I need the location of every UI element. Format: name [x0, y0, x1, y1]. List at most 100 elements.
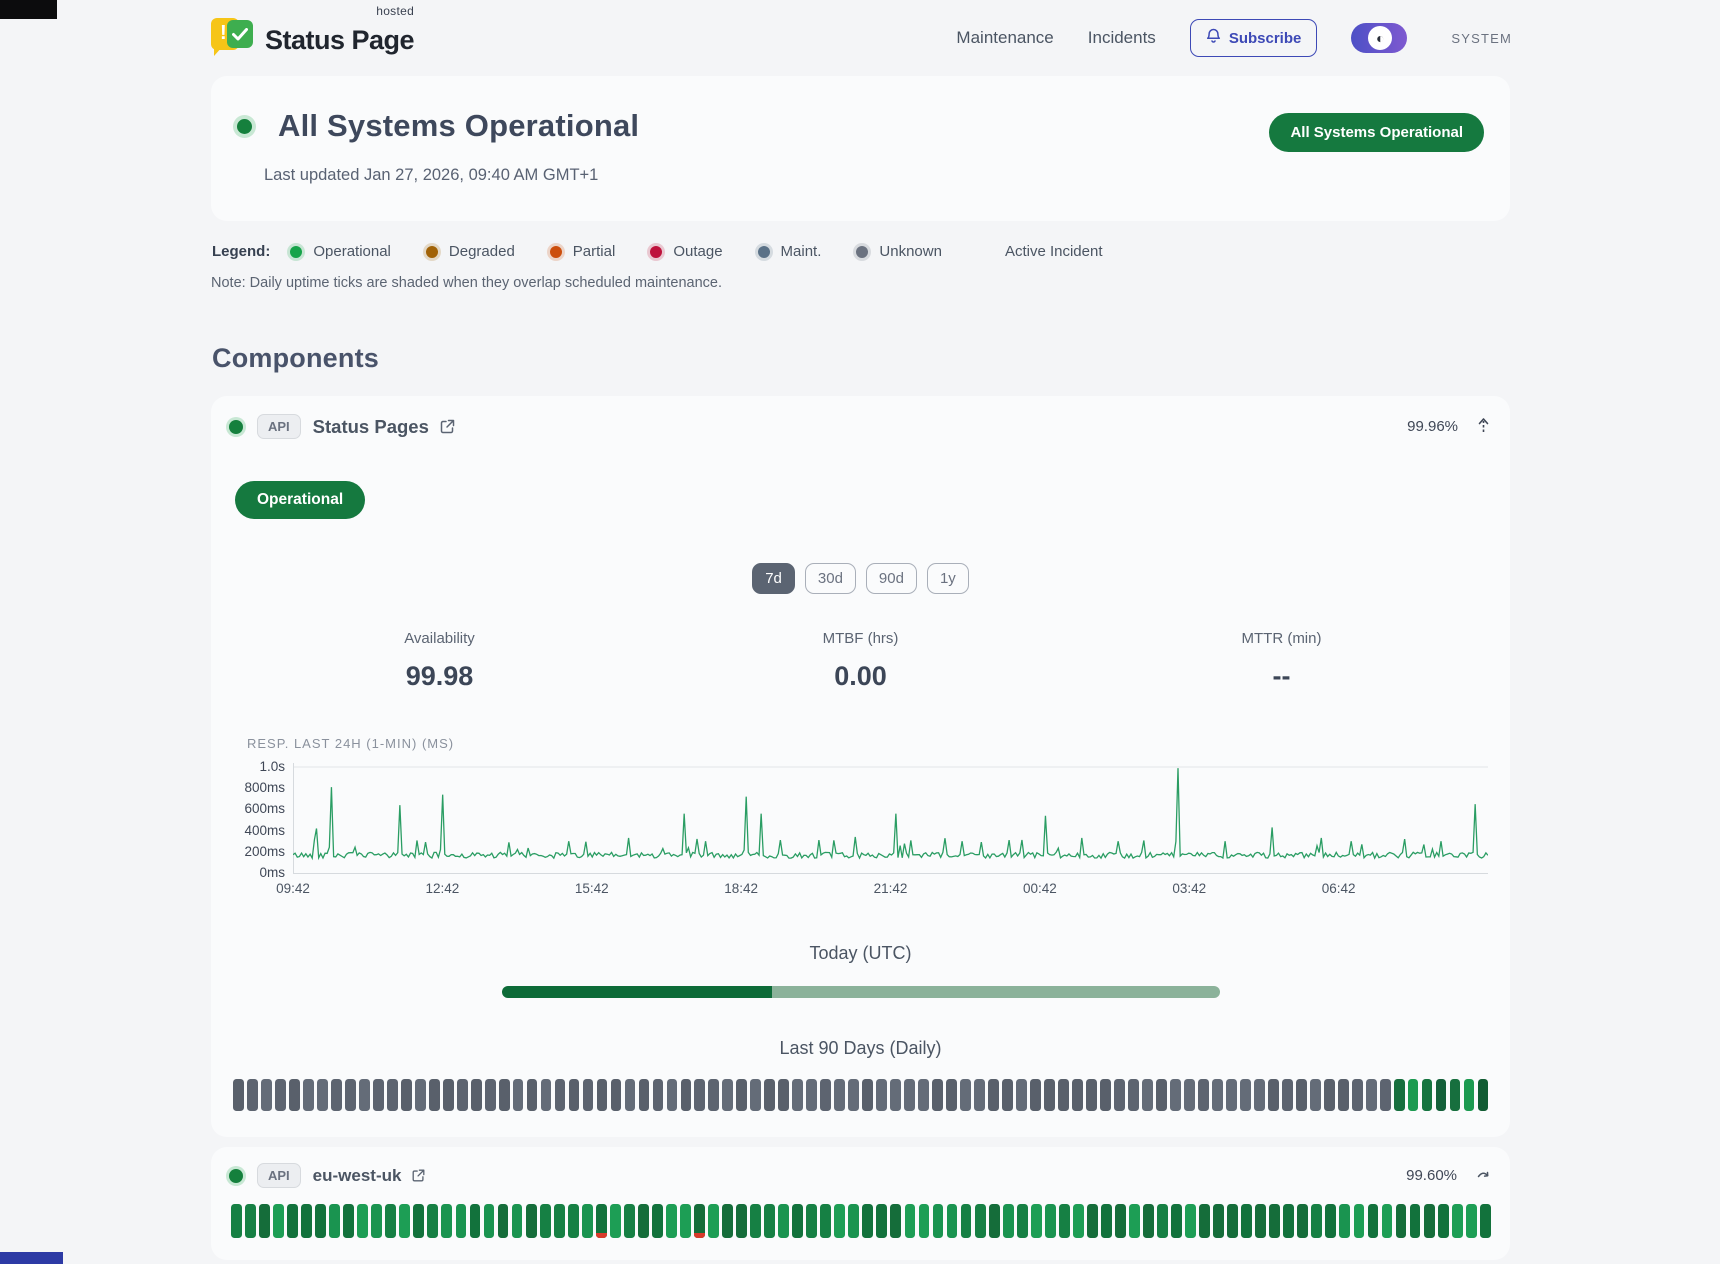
last-updated-text: Last updated Jan 27, 2026, 09:40 AM GMT+…: [264, 166, 639, 185]
range-button-90d[interactable]: 90d: [866, 563, 917, 594]
status-dot-operational: [237, 119, 252, 134]
uptime-tick: [441, 1204, 452, 1238]
component-link-status-pages[interactable]: Status Pages: [313, 416, 456, 438]
chart-plot: [293, 763, 1488, 875]
uptime-tick: [722, 1079, 733, 1111]
uptime-tick: [498, 1204, 509, 1238]
incident-mark: [694, 1233, 705, 1238]
legend-item-label: Operational: [313, 243, 391, 260]
range-button-30d[interactable]: 30d: [805, 563, 856, 594]
uptime-tick: [1269, 1204, 1280, 1238]
uptime-tick: [820, 1079, 831, 1111]
uptime-tick: [303, 1079, 314, 1111]
uptime-tick: [653, 1079, 664, 1111]
legend-item-partial: Partial: [550, 243, 616, 260]
uptime-tick: [457, 1079, 468, 1111]
overall-status-badge: All Systems Operational: [1269, 113, 1484, 152]
metric-value: --: [1071, 661, 1492, 692]
uptime-tick: [1452, 1204, 1463, 1238]
nav-maintenance[interactable]: Maintenance: [956, 28, 1053, 48]
legend-item-label: Unknown: [879, 243, 942, 260]
component-header: APIeu-west-uk99.60%: [229, 1163, 1492, 1188]
external-link-icon: [439, 418, 456, 435]
subscribe-button[interactable]: Subscribe: [1190, 19, 1318, 57]
uptime-tick: [1255, 1204, 1266, 1238]
expand-component-button[interactable]: [1474, 1166, 1492, 1185]
uptime-tick: [681, 1079, 692, 1111]
uptime-tick: [499, 1079, 510, 1111]
component-link-eu-west-uk[interactable]: eu-west-uk: [313, 1166, 427, 1186]
collapse-component-button[interactable]: [1475, 415, 1492, 439]
x-tick-label: 18:42: [724, 881, 758, 896]
uptime-tickbar-eu-west-uk: [231, 1204, 1490, 1238]
y-tick-label: 200ms: [244, 844, 285, 859]
response-chart: [293, 763, 1488, 875]
metric-mtbf: MTBF (hrs)0.00: [650, 630, 1071, 692]
metric-label: Availability: [229, 630, 650, 647]
uptime-tick: [989, 1204, 1000, 1238]
uptime-tick: [680, 1204, 691, 1238]
uptime-tick: [625, 1079, 636, 1111]
status-page: ! Status Page hosted Maintenance Inciden…: [0, 0, 1720, 1264]
screen-corner-artifact-bottom-left: [0, 1252, 63, 1264]
uptime-tick: [1184, 1079, 1195, 1111]
chart-x-axis: 09:4212:4215:4218:4221:4200:4203:4206:42: [293, 881, 1488, 903]
uptime-tick: [960, 1079, 971, 1111]
uptime-tick: [1283, 1204, 1294, 1238]
uptime-tick: [1044, 1079, 1055, 1111]
uptime-tick: [652, 1204, 663, 1238]
uptime-tick: [399, 1204, 410, 1238]
range-button-1y[interactable]: 1y: [927, 563, 969, 594]
theme-toggle[interactable]: ◐: [1351, 23, 1407, 53]
y-tick-label: 400ms: [244, 823, 285, 838]
metric-label: MTTR (min): [1071, 630, 1492, 647]
uptime-tick: [1087, 1204, 1098, 1238]
uptime-tick: [834, 1079, 845, 1111]
uptime-tick: [331, 1079, 342, 1111]
external-link-icon: [411, 1168, 426, 1183]
uptime-tick: [583, 1079, 594, 1111]
x-tick-label: 06:42: [1322, 881, 1356, 896]
uptime-tick: [289, 1079, 300, 1111]
uptime-tick: [1212, 1079, 1223, 1111]
contrast-icon: ◐: [1368, 26, 1392, 50]
nav-incidents[interactable]: Incidents: [1088, 28, 1156, 48]
uptime-tick: [555, 1079, 566, 1111]
legend-dot-icon: [550, 246, 562, 258]
logo[interactable]: ! Status Page hosted: [211, 18, 414, 58]
uptime-tick: [287, 1204, 298, 1238]
components-heading: Components: [212, 343, 1510, 374]
uptime-tick: [1227, 1204, 1238, 1238]
range-button-7d[interactable]: 7d: [752, 563, 795, 594]
legend-dot-icon: [856, 246, 868, 258]
uptime-tick: [429, 1079, 440, 1111]
main-nav: Maintenance Incidents Subscribe ◐ SYSTEM: [956, 19, 1512, 57]
uptime-tick: [764, 1079, 775, 1111]
uptime-tick: [988, 1079, 999, 1111]
uptime-tick: [443, 1079, 454, 1111]
uptime-tick: [1297, 1204, 1308, 1238]
uptime-tick: [1073, 1204, 1084, 1238]
uptime-tick: [541, 1079, 552, 1111]
y-tick-label: 1.0s: [259, 759, 285, 774]
uptime-tick: [1170, 1079, 1181, 1111]
uptime-tick: [1422, 1079, 1433, 1111]
uptime-tick: [371, 1204, 382, 1238]
uptime-tick: [1311, 1204, 1322, 1238]
uptime-tick: [1086, 1079, 1097, 1111]
legend-item-maint: Maint.: [758, 243, 822, 260]
uptime-tick: [357, 1204, 368, 1238]
uptime-tick: [611, 1079, 622, 1111]
uptime-tick: [764, 1204, 775, 1238]
uptime-tick: [722, 1204, 733, 1238]
component-tag: API: [257, 1163, 301, 1188]
uptime-tick: [1072, 1079, 1083, 1111]
uptime-tick: [1213, 1204, 1224, 1238]
uptime-tick: [1436, 1079, 1447, 1111]
metric-availability: Availability99.98: [229, 630, 650, 692]
legend-dot-icon: [758, 246, 770, 258]
uptime-tick: [890, 1204, 901, 1238]
chart-title: RESP. LAST 24H (1-MIN) (MS): [247, 736, 1488, 751]
uptime-tick: [639, 1079, 650, 1111]
uptime-tick: [1338, 1079, 1349, 1111]
